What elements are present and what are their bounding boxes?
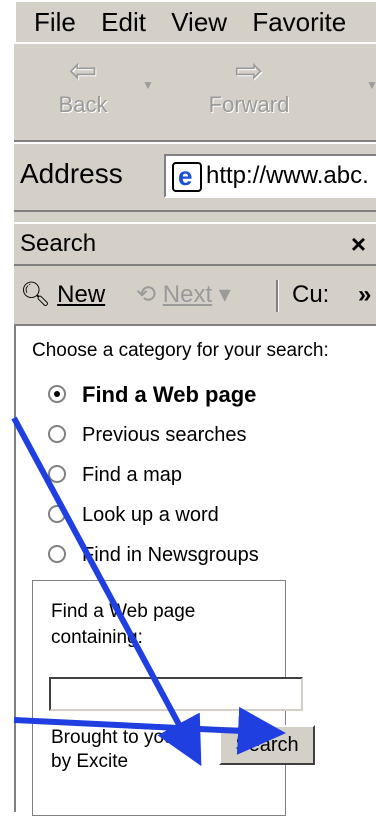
new-search-icon: 🔍︎ [20,281,51,308]
search-panel-header: Search × [14,222,376,266]
radio-icon[interactable] [48,504,66,523]
browser-window: File Edit View Favorite ⇦ Back ▼ ⇨ Forwa… [0,0,376,816]
back-button[interactable]: ⇦ Back [28,54,138,118]
menu-edit[interactable]: Edit [101,7,146,37]
radio-icon[interactable] [48,464,66,483]
toolbar-separator [276,280,279,312]
search-toolbar: 🔍︎ New ⟲ Next ▾ Cu: » [14,266,376,326]
option-find-web-page[interactable]: Find a Web page [48,382,256,408]
brought-to-you-line1: Brought to you [51,727,175,748]
radio-icon[interactable] [48,424,66,443]
customize-button[interactable]: Cu: [292,266,329,324]
radio-selected-icon[interactable] [48,385,66,404]
search-pane: Choose a category for your search: Find … [14,326,376,816]
forward-button[interactable]: ⇨ Forward [194,54,304,118]
back-dropdown-icon[interactable]: ▼ [142,78,154,92]
address-field[interactable]: http://www.abc. [164,154,376,198]
option-find-map[interactable]: Find a map [48,464,182,487]
address-bar: Address http://www.abc. [14,142,376,212]
option-previous-searches[interactable]: Previous searches [48,424,247,447]
forward-arrow-icon: ⇨ [234,52,264,90]
search-button[interactable]: Search [219,725,315,765]
search-panel-title: Search [20,230,97,257]
close-icon[interactable]: × [351,224,366,264]
menu-favorites[interactable]: Favorite [252,7,346,37]
search-input[interactable] [49,677,303,711]
menu-view[interactable]: View [171,7,227,37]
menu-file[interactable]: File [34,7,76,37]
new-search-button[interactable]: 🔍︎ New [20,266,105,324]
next-button[interactable]: ⟲ Next ▾ [136,266,231,324]
forward-dropdown-icon[interactable]: ▼ [366,78,376,92]
search-form-box: Find a Web page containing: Brought to y… [32,580,315,816]
option-find-newsgroups[interactable]: Find in Newsgroups [48,544,259,567]
address-value: http://www.abc. [206,162,369,189]
next-icon: ⟲ [136,281,157,308]
radio-icon[interactable] [48,544,66,563]
back-arrow-icon: ⇦ [68,52,98,90]
left-margin [0,0,14,812]
standard-toolbar: ⇦ Back ▼ ⇨ Forward ▼ [14,42,376,142]
ie-page-icon [172,156,202,196]
option-look-up-word[interactable]: Look up a word [48,504,219,527]
brought-to-you-line2: by Excite [51,751,129,772]
address-label: Address [20,158,123,189]
menu-bar: File Edit View Favorite [14,0,376,42]
form-heading-line1: Find a Web page [51,601,196,622]
form-heading-line2: containing: [51,627,143,648]
chevron-more-icon[interactable]: » [358,266,371,324]
choose-category-label: Choose a category for your search: [32,340,329,361]
